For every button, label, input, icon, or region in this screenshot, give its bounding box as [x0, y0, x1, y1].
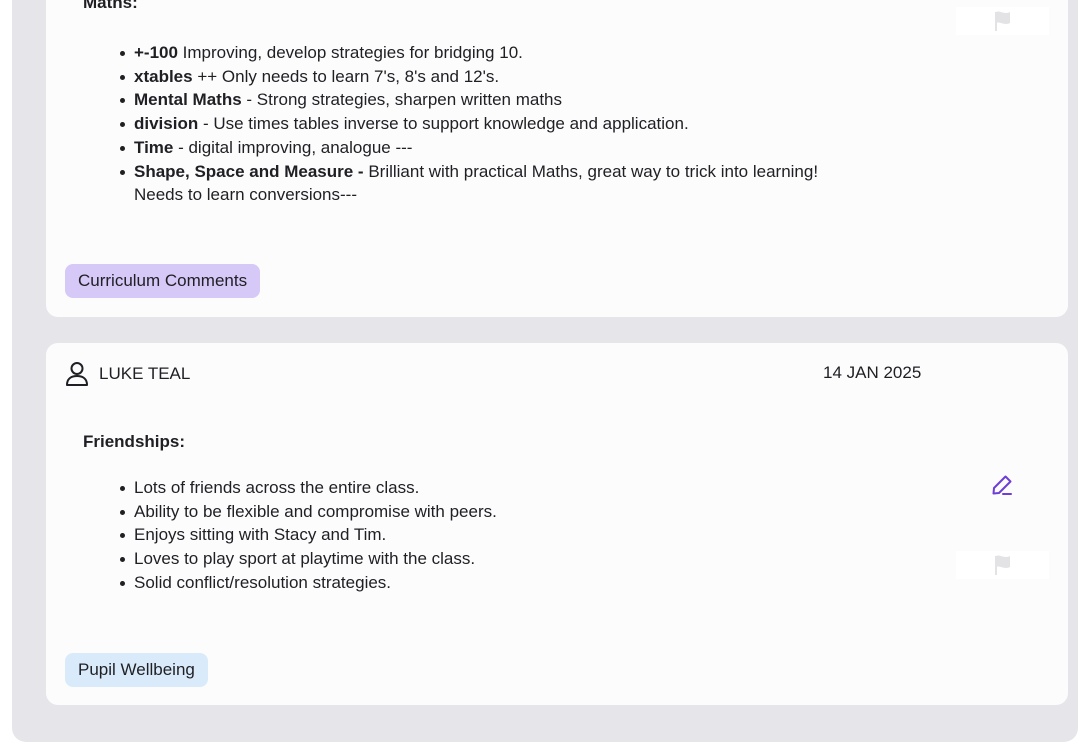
section-title: Maths: [83, 0, 138, 12]
note-card-friendships: LUKE TEAL 14 JAN 2025 Friendships: Lots … [46, 343, 1068, 705]
list-item: division - Use times tables inverse to s… [114, 112, 818, 136]
maths-notes-list: +-100 Improving, develop strategies for … [114, 41, 818, 207]
section-title: Friendships: [83, 432, 186, 451]
category-tag[interactable]: Pupil Wellbeing [65, 653, 208, 687]
user-icon [65, 361, 89, 387]
flag-button[interactable] [956, 551, 1049, 579]
note-date: 14 JAN 2025 [823, 363, 922, 382]
notes-feed-panel: Maths: +-100 Improving, develop strategi… [12, 0, 1078, 742]
author-name: LUKE TEAL [99, 364, 191, 383]
note-card-maths: Maths: +-100 Improving, develop strategi… [46, 0, 1068, 317]
list-item: Loves to play sport at playtime with the… [114, 547, 497, 571]
author: LUKE TEAL [65, 361, 190, 387]
list-item: +-100 Improving, develop strategies for … [114, 41, 818, 65]
list-item: Enjoys sitting with Stacy and Tim. [114, 523, 497, 547]
list-item: Ability to be flexible and compromise wi… [114, 500, 497, 524]
list-item: Shape, Space and Measure - Brilliant wit… [114, 160, 818, 207]
flag-button[interactable] [956, 7, 1049, 35]
flag-icon [994, 11, 1010, 31]
edit-button[interactable] [988, 471, 1016, 499]
list-item: Solid conflict/resolution strategies. [114, 571, 497, 595]
pencil-icon [992, 475, 1012, 495]
list-item: Mental Maths - Strong strategies, sharpe… [114, 88, 818, 112]
category-tag[interactable]: Curriculum Comments [65, 264, 261, 298]
list-item: Time - digital improving, analogue --- [114, 136, 818, 160]
friendship-notes-list: Lots of friends across the entire class.… [114, 476, 497, 595]
list-item: Lots of friends across the entire class. [114, 476, 497, 500]
flag-icon [994, 555, 1010, 575]
list-item: xtables ++ Only needs to learn 7's, 8's … [114, 65, 818, 89]
